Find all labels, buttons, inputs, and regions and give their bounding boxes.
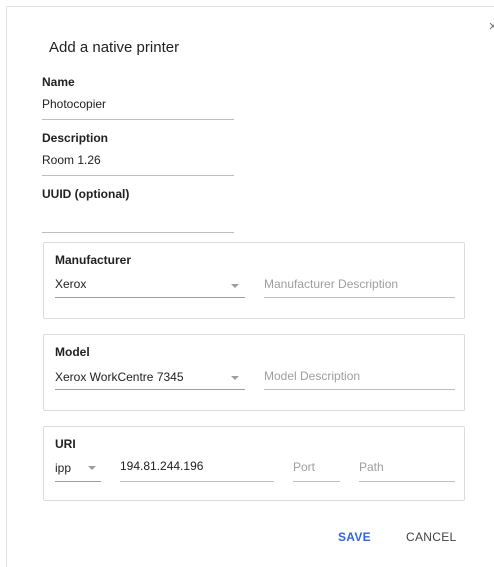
model-label: Model [55,345,90,359]
uuid-label: UUID (optional) [42,187,130,201]
description-field[interactable]: Room 1.26 [42,153,101,167]
uri-path-input[interactable]: Path [359,460,384,474]
manufacturer-select-underline [55,297,245,298]
manufacturer-description-underline [264,297,455,298]
model-select-underline [55,389,245,390]
name-field-underline [42,119,234,120]
manufacturer-select[interactable]: Xerox [55,277,86,291]
name-field[interactable]: Photocopier [42,97,106,111]
manufacturer-description-input[interactable]: Manufacturer Description [264,277,398,291]
uri-section [43,426,465,501]
model-description-input[interactable]: Model Description [264,369,360,383]
close-icon[interactable]: × [486,19,494,35]
uuid-field-underline [42,232,234,233]
uri-protocol-select[interactable]: ipp [55,461,71,475]
cancel-button[interactable]: CANCEL [400,526,462,548]
uri-address-input[interactable]: 194.81.244.196 [120,459,203,473]
manufacturer-label: Manufacturer [55,253,132,267]
dialog-title: Add a native printer [49,39,180,56]
uri-protocol-underline [55,481,101,482]
description-label: Description [42,131,109,145]
uri-path-underline [359,481,455,482]
model-select[interactable]: Xerox WorkCentre 7345 [55,370,184,384]
uri-label: URI [55,437,76,451]
uri-address-underline [120,481,274,482]
description-field-underline [42,175,234,176]
chevron-down-icon[interactable] [231,284,239,288]
chevron-down-icon[interactable] [88,466,96,470]
save-button[interactable]: SAVE [332,526,377,548]
uuid-field[interactable] [42,210,234,228]
name-label: Name [42,75,75,89]
chevron-down-icon[interactable] [231,376,239,380]
uri-port-underline [293,481,340,482]
model-description-underline [264,389,455,390]
uri-port-input[interactable]: Port [293,460,315,474]
